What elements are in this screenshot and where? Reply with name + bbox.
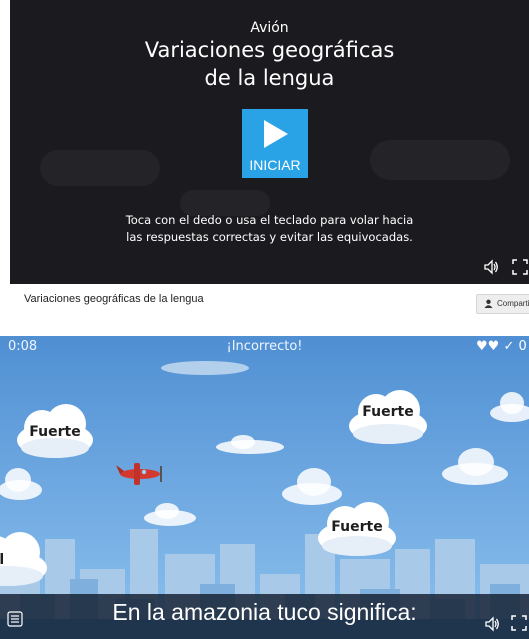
airplane-player[interactable] [114,460,166,488]
background-cloud [216,435,284,454]
answer-label: Fuerte [331,519,383,535]
share-user-icon [484,299,493,308]
play-icon [264,120,288,148]
answer-label: Fuerte [362,404,414,420]
background-cloud [161,361,249,375]
answer-cloud[interactable]: Fuerte [14,400,96,464]
background-cloud [144,503,196,526]
activity-title-line2: de la lengua [204,66,335,90]
lives-and-score: ♥♥ ✓ 0 [476,339,527,354]
background-cloud [370,140,510,180]
game-status-bar: 0:08 ¡Incorrecto! ♥♥ ✓ 0 [0,336,529,358]
question-banner: En la amazonia tuco significa: [0,594,529,639]
start-button-label: INICIAR [249,157,301,173]
game-mode-subtitle: Avión [250,20,289,36]
background-cloud [40,150,160,186]
instructions-line2: las respuestas correctas y evitar las eq… [126,230,413,244]
instructions-text: Toca con el dedo o usa el teclado para v… [10,212,529,246]
volume-icon[interactable] [484,616,500,632]
answer-label: Fuerte [29,424,81,440]
share-label: Compartir [497,299,529,308]
menu-icon[interactable] [7,611,23,627]
activity-title-line1: Variaciones geográficas [144,38,395,62]
answer-label: ébil [0,552,5,568]
instructions-line1: Toca con el dedo o usa el teclado para v… [125,213,414,227]
game-screen: 0:08 ¡Incorrecto! ♥♥ ✓ 0 Fuerte Fuerte F… [0,336,529,639]
background-cloud [442,448,508,485]
answer-cloud[interactable]: ébil [0,528,50,592]
volume-icon[interactable] [483,259,499,275]
fullscreen-icon[interactable] [512,259,528,275]
answer-cloud[interactable]: Fuerte [346,386,430,450]
activity-title: Variaciones geográficas de la lengua [10,36,529,92]
activity-name: Variaciones geográficas de la lengua [24,293,204,305]
background-cloud [0,468,42,500]
share-button[interactable]: Compartir [476,294,529,314]
fullscreen-icon[interactable] [511,615,527,631]
activity-caption-bar: Variaciones geográficas de la lengua Com… [10,284,529,318]
answer-cloud[interactable]: Fuerte [315,498,399,562]
start-button[interactable]: INICIAR [242,109,308,178]
feedback-message: ¡Incorrecto! [226,339,303,354]
question-text: En la amazonia tuco significa: [112,599,417,625]
start-screen: Avión Variaciones geográficas de la leng… [10,0,529,284]
background-cloud [490,392,529,422]
